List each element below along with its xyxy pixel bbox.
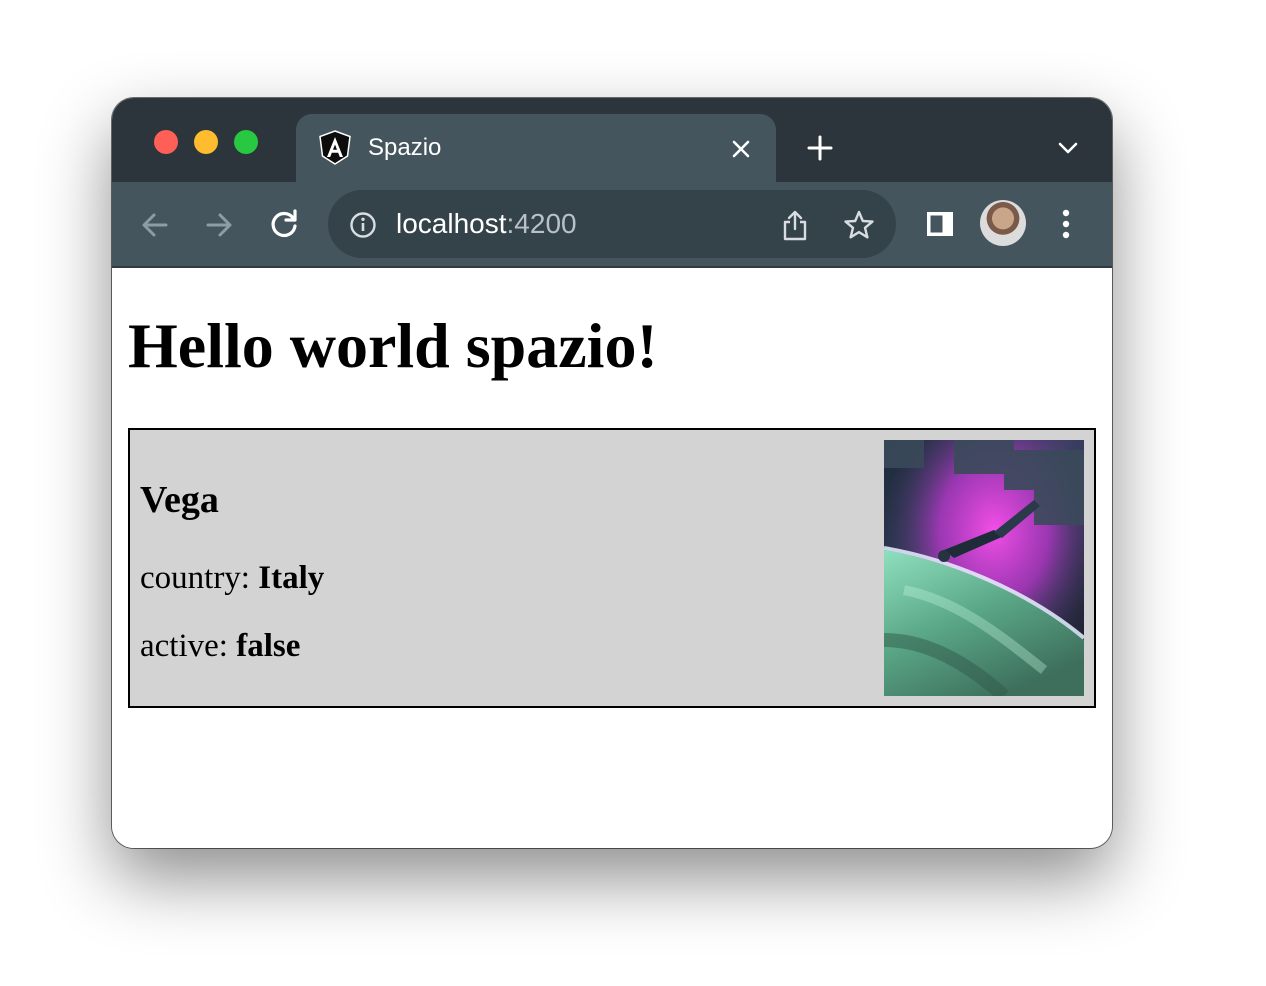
active-value: false — [236, 628, 301, 664]
minimize-window-button[interactable] — [194, 130, 218, 154]
share-icon[interactable] — [780, 208, 810, 242]
more-menu-icon[interactable] — [1054, 206, 1078, 242]
astronaut-card: Vega country: Italy active: false — [128, 428, 1096, 708]
chevron-down-icon[interactable] — [1056, 138, 1080, 158]
title-bar: Spazio — [112, 98, 1112, 182]
active-row: active: false — [140, 626, 300, 666]
active-label: active: — [140, 628, 237, 664]
url-text: localhost:4200 — [396, 206, 577, 242]
country-row: country: Italy — [140, 558, 324, 598]
close-tab-icon[interactable] — [728, 136, 754, 162]
angular-logo-icon — [318, 130, 352, 166]
browser-window: Spazio localhost:4200 Hello world spazio… — [112, 98, 1112, 848]
bookmark-star-icon[interactable] — [842, 208, 876, 242]
browser-toolbar: localhost:4200 — [112, 182, 1112, 268]
forward-arrow-icon[interactable] — [202, 208, 236, 242]
info-icon[interactable] — [348, 210, 378, 240]
country-label: country: — [140, 560, 259, 596]
page-title: Hello world spazio! — [128, 310, 658, 381]
browser-tab[interactable]: Spazio — [296, 114, 776, 182]
profile-avatar[interactable] — [980, 200, 1026, 246]
back-arrow-icon[interactable] — [138, 208, 172, 242]
space-station-photo — [884, 440, 1084, 696]
page-content: Hello world spazio! Vega country: Italy … — [112, 268, 1112, 848]
reload-icon[interactable] — [266, 206, 302, 242]
url-port: :4200 — [506, 208, 577, 239]
url-host: localhost — [396, 208, 507, 239]
astronaut-name: Vega — [140, 479, 219, 521]
side-panel-icon[interactable] — [924, 208, 956, 240]
country-value: Italy — [258, 560, 325, 596]
tab-title: Spazio — [368, 134, 442, 161]
close-window-button[interactable] — [154, 130, 178, 154]
new-tab-plus-icon[interactable] — [806, 134, 834, 162]
maximize-window-button[interactable] — [234, 130, 258, 154]
address-bar[interactable]: localhost:4200 — [328, 190, 896, 258]
